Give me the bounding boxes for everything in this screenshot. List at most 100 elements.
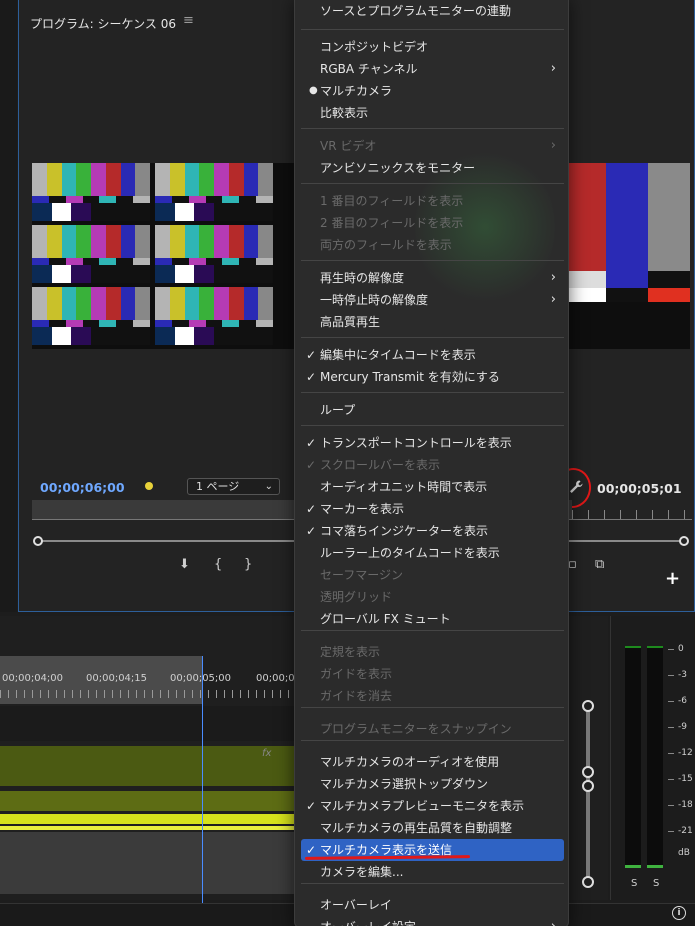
comparison-view-icon[interactable]: ⧉	[595, 557, 604, 572]
menu-item[interactable]: 再生時の解像度 ›	[301, 267, 564, 289]
menu-item: 1 番目のフィールドを表示	[301, 190, 564, 212]
menu-item[interactable]: 高品質再生	[301, 311, 564, 333]
menu-item-label: コンポジットビデオ	[320, 40, 429, 54]
menu-item[interactable]: マルチカメラのオーディオを使用	[301, 751, 564, 773]
menu-item-label: ガイドを表示	[320, 667, 393, 681]
vscroll-handle-mid2[interactable]	[582, 780, 594, 792]
camera-angle-tile[interactable]	[155, 287, 273, 345]
solo-right-button[interactable]: S	[653, 878, 659, 889]
timeline-ruler-ticks[interactable]	[0, 690, 296, 698]
menu-item-label: 透明グリッド	[320, 590, 393, 604]
video-track-empty[interactable]	[0, 706, 296, 741]
menu-separator	[301, 425, 564, 426]
mark-out-icon[interactable]: }	[244, 557, 252, 572]
menu-item[interactable]: ループ	[301, 399, 564, 421]
button-editor-plus-icon[interactable]: +	[665, 568, 680, 589]
menu-item[interactable]: ルーラー上のタイムコードを表示	[301, 542, 564, 564]
menu-item[interactable]: 一時停止時の解像度 ›	[301, 289, 564, 311]
camera-angle-tile[interactable]	[32, 287, 150, 345]
menu-item-label: マルチカメラ	[320, 84, 393, 98]
db-scale-tick	[668, 675, 674, 676]
menu-item-label: ルーラー上のタイムコードを表示	[320, 546, 500, 560]
menu-item[interactable]: ● マルチカメラ	[301, 80, 564, 102]
camera-angle-tile[interactable]	[155, 163, 273, 221]
solo-left-button[interactable]: S	[631, 878, 637, 889]
menu-item-label: ループ	[320, 403, 356, 417]
menu-item[interactable]: マルチカメラの再生品質を自動調整	[301, 817, 564, 839]
scroll-handle-right[interactable]	[679, 536, 689, 546]
menu-item[interactable]: カメラを編集...	[301, 861, 564, 883]
audio-track-empty[interactable]	[0, 832, 296, 894]
menu-item: プログラムモニターをスナップイン	[301, 718, 564, 740]
multicam-clip[interactable]	[0, 746, 296, 786]
menu-item[interactable]: オーディオユニット時間で表示	[301, 476, 564, 498]
menu-separator	[301, 128, 564, 129]
menu-item[interactable]: 比較表示	[301, 102, 564, 124]
menu-item[interactable]: ✓ コマ落ちインジケーターを表示	[301, 520, 564, 542]
export-frame-icon[interactable]: ▫	[568, 557, 577, 572]
vscroll-handle-mid[interactable]	[582, 766, 594, 778]
menu-item-label: カメラを編集...	[320, 865, 404, 879]
menu-item-label: 再生時の解像度	[320, 271, 405, 285]
menu-item[interactable]: オーバーレイ設定 ›	[301, 916, 564, 926]
monitor-settings-menu: ソースとプログラムモニターの連動コンポジットビデオ RGBA チャンネル › ● マルチ…	[294, 0, 569, 926]
timeline-timecode: 00;00;04;15	[86, 673, 148, 684]
scroll-handle-left[interactable]	[33, 536, 43, 546]
menu-item-label: セーフマージン	[320, 568, 404, 582]
hamburger-icon[interactable]: ≡	[183, 13, 194, 28]
menu-item-label: ガイドを消去	[320, 689, 393, 703]
camera-angle-tile[interactable]	[32, 225, 150, 283]
menu-item[interactable]: グローバル FX ミュート	[301, 608, 564, 630]
db-scale-tick	[668, 727, 674, 728]
vscroll-handle-top[interactable]	[582, 700, 594, 712]
camera-angle-tile[interactable]	[155, 225, 273, 283]
menu-item[interactable]: ソースとプログラムモニターの連動	[301, 0, 564, 22]
menu-item-label: マーカーを表示	[320, 502, 405, 516]
checkmark-icon: ✓	[306, 458, 317, 472]
menu-item-label: 一時停止時の解像度	[320, 293, 429, 307]
menu-item[interactable]: オーバーレイ	[301, 894, 564, 916]
menu-item-label: 編集中にタイムコードを表示	[320, 348, 476, 362]
menu-item-label: 両方のフィールドを表示	[320, 238, 452, 252]
mark-in-icon[interactable]: {	[214, 557, 222, 572]
menu-item[interactable]: RGBA チャンネル ›	[301, 58, 564, 80]
timeline-timecode: 00;00;04;00	[2, 673, 64, 684]
db-scale-tick	[668, 805, 674, 806]
menu-item-label: スクロールバーを表示	[320, 458, 441, 472]
db-scale-label: -15	[678, 774, 693, 784]
page-select-value: 1 ページ	[196, 480, 240, 493]
menu-item: 透明グリッド	[301, 586, 564, 608]
marker-indicator[interactable]	[145, 482, 153, 490]
info-icon[interactable]: i	[672, 906, 686, 920]
menu-item[interactable]: アンビソニックスをモニター	[301, 157, 564, 179]
chevron-down-icon: ⌄	[264, 481, 273, 492]
menu-item[interactable]: ✓ マルチカメラプレビューモニタを表示	[301, 795, 564, 817]
meter-channel-left	[625, 646, 641, 868]
menu-item[interactable]: ✓ 編集中にタイムコードを表示	[301, 344, 564, 366]
audio-clip-waveform-2[interactable]	[0, 826, 296, 830]
page-select-dropdown[interactable]: 1 ページ ⌄	[187, 478, 280, 495]
audio-clip[interactable]	[0, 791, 296, 811]
db-scale-tick	[668, 831, 674, 832]
playhead-timecode[interactable]: 00;00;06;00	[40, 480, 125, 495]
menu-item[interactable]: ✓ マーカーを表示	[301, 498, 564, 520]
vscroll-handle-bottom[interactable]	[582, 876, 594, 888]
audio-clip-waveform[interactable]	[0, 814, 296, 824]
menu-item[interactable]: ✓ Mercury Transmit を有効にする	[301, 366, 564, 388]
ruler-ticks	[572, 510, 692, 520]
menu-item-label: マルチカメラの再生品質を自動調整	[320, 821, 513, 835]
db-scale-label: -6	[678, 696, 687, 706]
panel-title[interactable]: プログラム: シーケンス 06	[30, 15, 176, 32]
duration-timecode[interactable]: 00;00;05;01	[597, 481, 682, 496]
chevron-right-icon: ›	[550, 61, 556, 76]
menu-item[interactable]: ✓ トランスポートコントロールを表示	[301, 432, 564, 454]
camera-angle-tile[interactable]	[32, 163, 150, 221]
premiere-window: プログラム: シーケンス 06 ≡ 00;00;06;00 1 ページ ⌄ 00…	[0, 0, 695, 926]
menu-item[interactable]: コンポジットビデオ	[301, 36, 564, 58]
menu-item-label: 1 番目のフィールドを表示	[320, 194, 464, 208]
add-marker-icon[interactable]: ⬇	[179, 557, 190, 572]
timeline-playhead[interactable]	[202, 656, 203, 916]
checkmark-icon: ✓	[306, 370, 317, 384]
timeline-vertical-scrollbar[interactable]	[582, 700, 594, 888]
menu-item[interactable]: マルチカメラ選択トップダウン	[301, 773, 564, 795]
